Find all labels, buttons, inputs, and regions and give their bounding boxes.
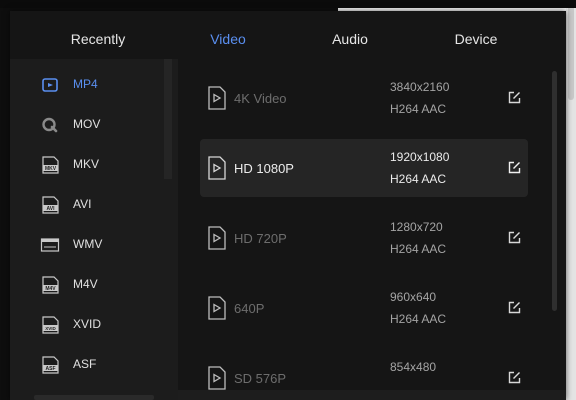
preset-list-footer (178, 390, 566, 400)
video-file-icon (208, 156, 226, 180)
preset-spec: 1920x1080 H264 AAC (390, 150, 490, 194)
preset-name: 4K Video (234, 91, 287, 106)
edit-icon[interactable] (508, 301, 521, 314)
xvid-file-icon: XVID (42, 316, 59, 334)
tab-audio[interactable]: Audio (332, 11, 368, 59)
format-sidebar: MP4 MOV MKV MKV AVI AVI WMV M4V M4V XVID… (10, 59, 178, 400)
format-item-m4v[interactable]: M4V M4V (10, 265, 164, 305)
preset-resolution: 1920x1080 (390, 150, 450, 164)
sidebar-bottom-bar (34, 395, 154, 400)
format-label: MKV (73, 157, 100, 171)
preset-codec: H264 AAC (390, 102, 447, 116)
mkv-file-icon: MKV (42, 156, 59, 174)
sidebar-scrollbar[interactable] (164, 59, 172, 179)
preset-row-4k-video[interactable]: 4K Video 3840x2160 H264 AAC (200, 69, 528, 127)
background-strip (0, 0, 576, 8)
edit-icon[interactable] (508, 91, 521, 104)
video-file-icon (208, 366, 226, 390)
preset-codec: H264 AAC (390, 312, 447, 326)
asf-file-icon: ASF (42, 356, 59, 374)
video-file-icon (208, 226, 226, 250)
format-label: MOV (73, 117, 101, 131)
preset-spec: 960x640 H264 AAC (390, 290, 490, 334)
video-camera-icon (42, 78, 58, 92)
m4v-file-icon: M4V (42, 276, 59, 294)
quicktime-icon (42, 117, 58, 133)
preset-row-640p[interactable]: 640P 960x640 H264 AAC (200, 279, 528, 337)
format-item-asf[interactable]: ASF ASF (10, 345, 164, 385)
format-item-xvid[interactable]: XVID XVID (10, 305, 164, 345)
preset-codec: H264 AAC (390, 172, 447, 186)
preset-name: SD 576P (234, 371, 287, 386)
edit-icon[interactable] (508, 161, 521, 174)
format-item-wmv[interactable]: WMV (10, 225, 164, 265)
preset-list-scrollbar[interactable] (552, 71, 557, 311)
preset-name: 640P (234, 301, 265, 316)
avi-file-icon: AVI (42, 196, 59, 214)
format-label: XVID (73, 317, 102, 331)
preset-row-hd-1080p[interactable]: HD 1080P 1920x1080 H264 AAC (200, 139, 528, 197)
tab-device[interactable]: Device (455, 11, 498, 59)
wmv-file-icon (40, 238, 60, 252)
svg-text:M4V: M4V (45, 286, 56, 292)
preset-spec: 3840x2160 H264 AAC (390, 80, 490, 124)
svg-text:XVID: XVID (45, 326, 56, 331)
preset-resolution: 960x640 (390, 290, 437, 304)
preset-row-hd-720p[interactable]: HD 720P 1280x720 H264 AAC (200, 209, 528, 267)
preset-resolution: 1280x720 (390, 220, 443, 234)
format-picker-panel: Recently Video Audio Device MP4 MOV MKV (10, 11, 566, 400)
tab-recently[interactable]: Recently (71, 11, 125, 59)
format-label: AVI (73, 197, 92, 211)
preset-resolution: 854x480 (390, 360, 437, 374)
svg-text:AVI: AVI (47, 206, 56, 212)
format-item-mov[interactable]: MOV (10, 105, 164, 145)
category-tabs: Recently Video Audio Device (10, 11, 566, 59)
format-label: WMV (73, 237, 103, 251)
edit-icon[interactable] (508, 371, 521, 384)
svg-text:ASF: ASF (46, 366, 56, 372)
format-label: M4V (73, 277, 98, 291)
preset-list: 4K Video 3840x2160 H264 AAC HD 1080P 192… (178, 59, 566, 400)
preset-name: HD 1080P (234, 161, 294, 176)
video-file-icon (208, 296, 226, 320)
preset-resolution: 3840x2160 (390, 80, 450, 94)
format-item-avi[interactable]: AVI AVI (10, 185, 164, 225)
preset-codec: H264 AAC (390, 242, 447, 256)
tab-video[interactable]: Video (210, 11, 246, 59)
preset-spec: 1280x720 H264 AAC (390, 220, 490, 264)
format-item-mkv[interactable]: MKV MKV (10, 145, 164, 185)
svg-text:MKV: MKV (45, 166, 57, 172)
video-file-icon (208, 86, 226, 110)
preset-name: HD 720P (234, 231, 287, 246)
edit-icon[interactable] (508, 231, 521, 244)
format-label: ASF (73, 357, 97, 371)
background-scrollbar (566, 0, 576, 400)
format-item-mp4[interactable]: MP4 (10, 65, 164, 105)
format-label: MP4 (73, 77, 98, 91)
